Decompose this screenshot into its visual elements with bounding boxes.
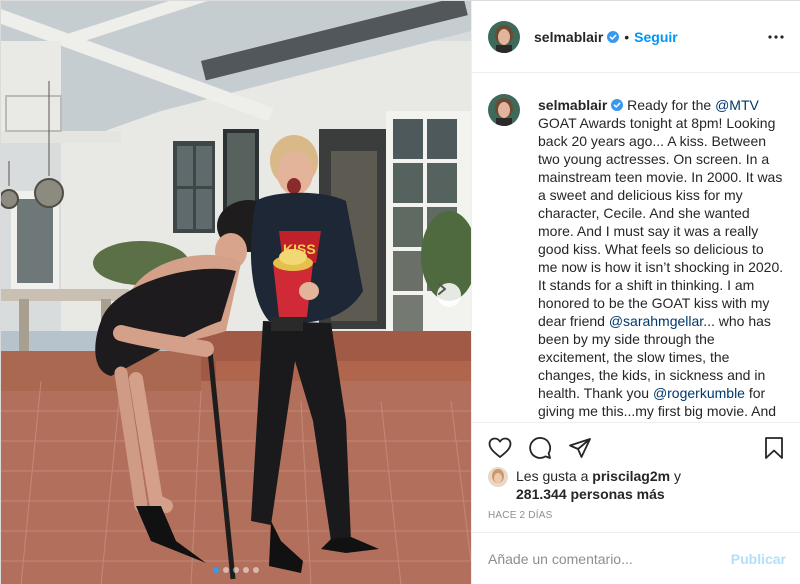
verified-badge-icon bbox=[611, 99, 624, 111]
caption-username-link[interactable]: selmablair bbox=[538, 97, 607, 113]
carousel-dot bbox=[243, 567, 249, 573]
comment-button[interactable] bbox=[528, 436, 552, 460]
likes-summary: Les gusta a priscilag2m y 281.344 person… bbox=[488, 467, 788, 503]
chevron-right-icon bbox=[438, 283, 446, 295]
post-side-panel: selmablair • Seguir selmablair Ready for… bbox=[471, 1, 800, 584]
post-timestamp[interactable]: HACE 2 DÍAS bbox=[488, 510, 552, 521]
carousel-dot bbox=[253, 567, 259, 573]
carousel-dot bbox=[223, 567, 229, 573]
likes-prefix: Les gusta a bbox=[516, 468, 593, 484]
post-photo[interactable]: KISS bbox=[1, 1, 471, 584]
share-button[interactable] bbox=[568, 436, 592, 460]
heart-icon bbox=[488, 437, 512, 458]
caption-fragment: Ready for the bbox=[623, 97, 716, 113]
likes-count-link[interactable]: 281.344 personas más bbox=[516, 486, 665, 502]
avatar-image bbox=[488, 94, 520, 126]
caption-avatar[interactable] bbox=[488, 94, 520, 126]
ellipsis-icon bbox=[768, 35, 784, 39]
follow-button[interactable]: Seguir bbox=[634, 29, 678, 45]
more-options-button[interactable] bbox=[766, 27, 786, 47]
carousel-dot bbox=[233, 567, 239, 573]
mention-link[interactable]: @sarahmgellar bbox=[609, 313, 703, 329]
avatar[interactable] bbox=[488, 20, 520, 53]
caption: selmablair Ready for the @MTV GOAT Award… bbox=[488, 94, 786, 422]
avatar-image bbox=[488, 20, 520, 53]
post-actions bbox=[472, 422, 800, 472]
liked-by-link[interactable]: priscilag2m bbox=[592, 468, 670, 484]
likes-text: Les gusta a priscilag2m y 281.344 person… bbox=[516, 467, 681, 503]
paper-plane-icon bbox=[569, 437, 591, 458]
comment-icon bbox=[529, 436, 552, 459]
mention-link[interactable]: @rogerkumble bbox=[653, 385, 745, 401]
bookmark-icon bbox=[765, 436, 783, 459]
comment-input[interactable] bbox=[488, 551, 731, 567]
comment-bar: Publicar bbox=[472, 532, 800, 584]
caption-fragment: GOAT Awards tonight at 8pm! Looking back… bbox=[538, 115, 784, 329]
carousel-next-button[interactable] bbox=[437, 283, 461, 307]
publish-button[interactable]: Publicar bbox=[731, 551, 786, 567]
post-image: KISS bbox=[1, 1, 471, 584]
likes-connector: y bbox=[670, 468, 681, 484]
verified-badge-icon bbox=[607, 30, 620, 43]
caption-area: selmablair Ready for the @MTV GOAT Award… bbox=[472, 74, 800, 422]
avatar-image bbox=[488, 467, 508, 487]
username-link[interactable]: selmablair bbox=[534, 29, 603, 45]
liker-avatar[interactable] bbox=[488, 467, 508, 487]
save-button[interactable] bbox=[762, 436, 786, 460]
header-separator: • bbox=[624, 28, 630, 45]
caption-text: selmablair Ready for the @MTV GOAT Award… bbox=[538, 96, 786, 422]
carousel-dot bbox=[213, 567, 219, 573]
instagram-post: KISS selmablair • Seguir selmablair Read… bbox=[0, 0, 800, 584]
carousel-indicator bbox=[1, 567, 471, 573]
mention-link[interactable]: @MTV bbox=[715, 97, 759, 113]
like-button[interactable] bbox=[488, 436, 512, 460]
post-header: selmablair • Seguir bbox=[472, 1, 800, 73]
